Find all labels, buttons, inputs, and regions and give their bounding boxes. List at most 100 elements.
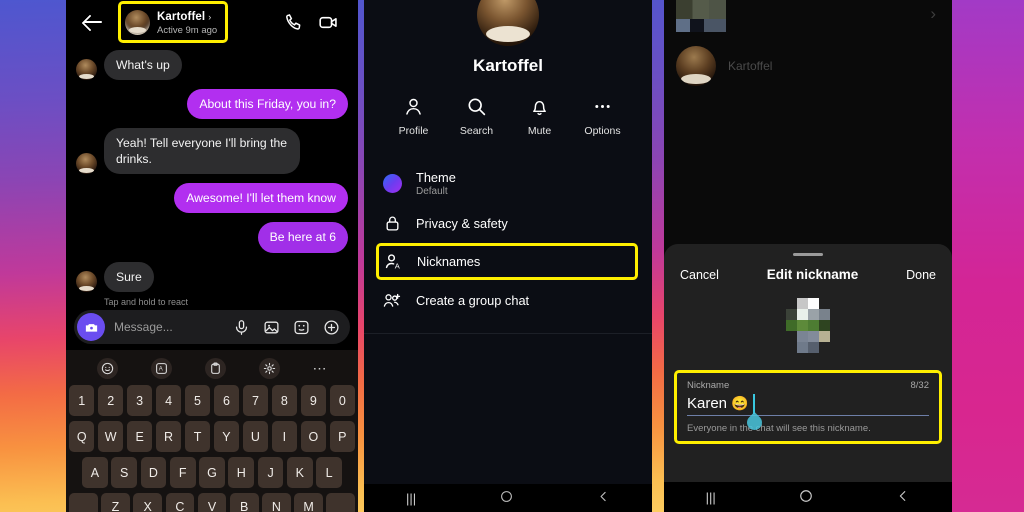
message-row: What's up (76, 50, 348, 81)
nickname-label: Nickname (687, 380, 730, 391)
keyboard-key[interactable] (68, 493, 98, 512)
keyboard-key[interactable]: T (184, 421, 211, 452)
sticker-icon[interactable] (293, 319, 310, 336)
message-bubble[interactable]: About this Friday, you in? (187, 89, 348, 120)
keyboard-key[interactable]: P (329, 421, 356, 452)
action-options[interactable]: Options (576, 94, 630, 137)
chat-header-contact[interactable]: Kartoffel › Active 9m ago (118, 1, 229, 43)
svg-text:A: A (158, 367, 162, 373)
back-icon[interactable] (597, 490, 610, 506)
keyboard-key[interactable]: R (155, 421, 182, 452)
action-search[interactable]: Search (450, 94, 504, 137)
keyboard-key[interactable]: V (197, 493, 227, 512)
keyboard-key[interactable]: L (316, 457, 343, 488)
keyboard-key[interactable]: D (140, 457, 167, 488)
keyboard-key[interactable]: 0 (329, 385, 356, 416)
keyboard-key[interactable]: U (242, 421, 269, 452)
keyboard-key[interactable]: W (97, 421, 124, 452)
nickname-value: Karen (687, 395, 728, 412)
add-group-icon (382, 291, 403, 310)
keyboard-key[interactable]: E (126, 421, 153, 452)
keyboard-key[interactable]: J (257, 457, 284, 488)
on-screen-keyboard: A ⋯ 1234567890 QWERTYUIOP ASDFGHJKL ZXCV… (66, 350, 358, 512)
message-bubble[interactable]: What's up (104, 50, 182, 81)
character-counter: 8/32 (910, 380, 930, 391)
settings-gear-icon[interactable] (258, 358, 280, 379)
keyboard-key[interactable]: F (169, 457, 196, 488)
keyboard-key[interactable]: I (271, 421, 298, 452)
keyboard-key[interactable]: N (262, 493, 291, 512)
keyboard-key[interactable]: B (229, 493, 259, 512)
keyboard-key[interactable]: M (294, 493, 323, 512)
keyboard-key[interactable]: S (111, 457, 138, 488)
message-bubble[interactable]: Awesome! I'll let them know (174, 183, 348, 214)
recents-icon[interactable]: ||| (406, 491, 416, 506)
message-row: Sure (76, 261, 348, 292)
settings-item-theme[interactable]: Theme Default (364, 161, 652, 206)
done-button[interactable]: Done (906, 268, 936, 282)
keyboard-key[interactable]: C (165, 493, 195, 512)
keyboard-key[interactable]: K (286, 457, 313, 488)
more-dots-icon[interactable]: ⋯ (313, 360, 328, 377)
chevron-right-icon[interactable]: › (930, 4, 936, 24)
chat-list-item[interactable]: Kartoffel (676, 46, 940, 86)
emoji-smile-icon: 😄 (731, 395, 749, 411)
camera-icon[interactable] (77, 313, 105, 341)
keyboard-key[interactable]: 9 (300, 385, 327, 416)
settings-item-nicknames[interactable]: A Nicknames (376, 243, 638, 280)
lock-icon (382, 215, 403, 232)
keyboard-key[interactable]: G (199, 457, 225, 488)
keyboard-key[interactable]: 5 (184, 385, 211, 416)
keyboard-key[interactable] (326, 493, 356, 512)
avatar (676, 46, 716, 86)
keyboard-key[interactable]: H (228, 457, 255, 488)
keyboard-key[interactable]: A (81, 457, 108, 488)
recents-icon[interactable]: ||| (706, 490, 716, 505)
emoji-icon[interactable] (96, 358, 118, 379)
settings-item-label: Theme (416, 170, 456, 185)
settings-item-label: Create a group chat (416, 293, 530, 308)
keyboard-key[interactable]: 6 (213, 385, 240, 416)
phone-icon[interactable] (284, 12, 304, 32)
settings-item-create-group-chat[interactable]: Create a group chat (364, 282, 652, 319)
keyboard-key[interactable]: Y (213, 421, 240, 452)
home-icon[interactable] (500, 490, 513, 506)
message-bubble[interactable]: Yeah! Tell everyone I'll bring the drink… (104, 128, 300, 175)
back-icon[interactable] (896, 489, 910, 506)
keyboard-key[interactable]: 8 (271, 385, 298, 416)
keyboard-key[interactable]: 1 (68, 385, 95, 416)
avatar[interactable] (477, 0, 539, 46)
quick-actions: Profile Search Mute Options (364, 94, 652, 137)
settings-item-privacy-safety[interactable]: Privacy & safety (364, 206, 652, 241)
keyboard-key[interactable]: 7 (242, 385, 269, 416)
video-camera-icon[interactable] (318, 12, 338, 32)
message-bubble[interactable]: Sure (104, 261, 154, 292)
story-thumbnail[interactable] (676, 0, 726, 32)
cancel-button[interactable]: Cancel (680, 268, 719, 282)
keyboard-key[interactable]: Q (68, 421, 95, 452)
translate-icon[interactable]: A (150, 358, 172, 379)
keyboard-key[interactable]: 3 (126, 385, 153, 416)
message-input[interactable]: Message... (114, 320, 173, 334)
microphone-icon[interactable] (233, 319, 250, 336)
keyboard-key[interactable]: 4 (155, 385, 182, 416)
back-arrow-icon[interactable] (80, 9, 106, 35)
action-mute[interactable]: Mute (513, 94, 567, 137)
plus-circle-icon[interactable] (323, 319, 340, 336)
action-label: Mute (527, 125, 552, 137)
sheet-toolbar: Cancel Edit nickname Done (664, 256, 952, 282)
message-bubble[interactable]: Be here at 6 (257, 222, 348, 253)
nickname-input[interactable]: Karen 😄 (687, 395, 929, 412)
clipboard-icon[interactable] (204, 358, 226, 379)
gallery-icon[interactable] (263, 319, 280, 336)
keyboard-key[interactable]: Z (101, 493, 130, 512)
home-icon[interactable] (799, 489, 813, 506)
keyboard-key[interactable]: 2 (97, 385, 124, 416)
keyboard-key[interactable]: O (300, 421, 327, 452)
contact-name: Kartoffel (728, 59, 773, 73)
keyboard-key[interactable]: X (133, 493, 162, 512)
action-label: Profile (398, 125, 429, 137)
search-icon (466, 94, 487, 118)
action-profile[interactable]: Profile (387, 94, 441, 137)
person-letter-a-icon: A (383, 252, 404, 271)
